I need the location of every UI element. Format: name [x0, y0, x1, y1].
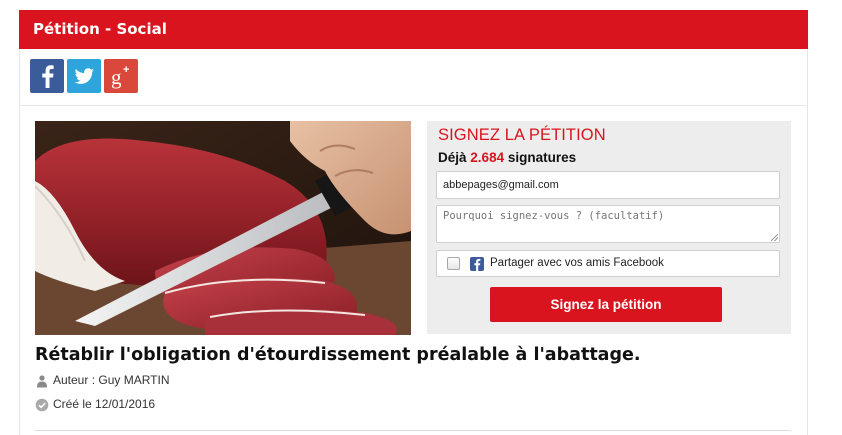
signature-count-suffix: signatures [507, 150, 577, 165]
panel-header: Pétition - Social [19, 10, 808, 49]
reason-textarea[interactable] [436, 205, 780, 243]
petition-created-text: Créé le 12/01/2016 [53, 397, 156, 411]
divider [35, 430, 791, 431]
check-circle-icon [35, 398, 49, 412]
textarea-resize-handle[interactable] [771, 234, 778, 241]
petition-title: Rétablir l'obligation d'étourdissement p… [35, 345, 641, 365]
social-share-bar: g + [19, 49, 808, 106]
petition-photo-meat [35, 121, 411, 335]
facebook-icon [42, 65, 54, 88]
signature-count-prefix: Déjà [438, 150, 467, 165]
sign-petition-box: SIGNEZ LA PÉTITION Déjà 2.684 signatures… [427, 121, 791, 334]
twitter-icon [74, 68, 95, 84]
facebook-icon [470, 257, 484, 271]
petition-author-text: Auteur : Guy MARTIN [53, 373, 170, 387]
share-facebook-label: Partager avec vos amis Facebook [490, 257, 664, 269]
svg-text:g: g [111, 65, 122, 89]
signature-count-number: 2.684 [470, 150, 505, 165]
facebook-share-option[interactable]: Partager avec vos amis Facebook [436, 250, 780, 277]
google-plus-icon: g + [111, 64, 129, 89]
email-field[interactable] [436, 171, 780, 199]
svg-text:+: + [123, 64, 129, 76]
sign-petition-heading: SIGNEZ LA PÉTITION [438, 126, 606, 144]
twitter-share-button[interactable] [67, 59, 101, 93]
user-icon [37, 375, 47, 388]
signature-count: Déjà 2.684 signatures [438, 150, 576, 165]
google-plus-share-button[interactable]: g + [104, 59, 138, 93]
facebook-share-button[interactable] [30, 59, 64, 93]
sign-petition-button[interactable]: Signez la pétition [490, 287, 722, 322]
share-facebook-checkbox[interactable] [447, 257, 460, 270]
